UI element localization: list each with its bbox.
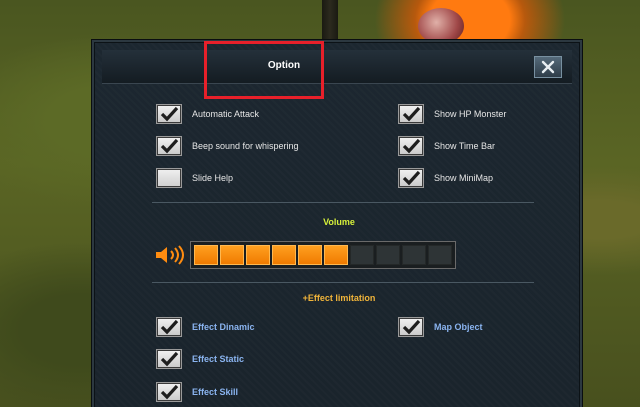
checkmark-icon (160, 319, 179, 335)
option-window: Option Automatic Attack Beep sound for w… (92, 40, 582, 407)
volume-segment[interactable] (324, 245, 348, 265)
effect-limitation-title: +Effect limitation (302, 293, 376, 303)
volume-slider[interactable] (190, 241, 456, 269)
option-effect-dinamic[interactable]: Effect Dinamic (156, 316, 255, 338)
checkmark-icon (160, 106, 179, 122)
tree-trunk (322, 0, 338, 42)
checkmark-icon (160, 351, 179, 367)
map-object-checkbox[interactable] (398, 317, 424, 337)
checkmark-icon (402, 106, 421, 122)
close-icon (541, 60, 555, 74)
section-divider (152, 202, 534, 203)
checkmark-icon (160, 138, 179, 154)
speaker-icon (156, 245, 184, 265)
close-button[interactable] (534, 56, 562, 78)
option-effect-static[interactable]: Effect Static (156, 348, 244, 370)
volume-segment[interactable] (376, 245, 400, 265)
show-time-bar-label: Show Time Bar (434, 141, 496, 151)
volume-segment[interactable] (298, 245, 322, 265)
option-automatic-attack[interactable]: Automatic Attack (156, 103, 259, 125)
volume-segment[interactable] (220, 245, 244, 265)
show-minimap-label: Show MiniMap (434, 173, 494, 183)
automatic-attack-label: Automatic Attack (192, 109, 260, 119)
show-time-bar-checkbox[interactable] (398, 136, 424, 156)
volume-segment[interactable] (194, 245, 218, 265)
volume-segment[interactable] (246, 245, 270, 265)
option-slide-help[interactable]: Slide Help (156, 167, 233, 189)
effect-dinamic-checkbox[interactable] (156, 317, 182, 337)
effect-static-checkbox[interactable] (156, 349, 182, 369)
checkmark-icon (402, 170, 421, 186)
title-highlight-box (204, 41, 324, 99)
volume-title: Volume (323, 217, 355, 227)
option-map-object[interactable]: Map Object (398, 316, 483, 338)
checkmark-icon (402, 319, 421, 335)
map-object-label: Map Object (434, 322, 483, 332)
checkmark-icon (160, 384, 179, 400)
option-show-hp-monster[interactable]: Show HP Monster (398, 103, 506, 125)
section-divider (152, 282, 534, 283)
slide-help-checkbox[interactable] (156, 168, 182, 188)
effect-dinamic-label: Effect Dinamic (192, 322, 255, 332)
volume-segment[interactable] (350, 245, 374, 265)
option-show-minimap[interactable]: Show MiniMap (398, 167, 493, 189)
option-effect-skill[interactable]: Effect Skill (156, 381, 238, 403)
slide-help-label: Slide Help (192, 173, 234, 183)
show-minimap-checkbox[interactable] (398, 168, 424, 188)
option-show-time-bar[interactable]: Show Time Bar (398, 135, 495, 157)
effect-skill-label: Effect Skill (192, 387, 239, 397)
monster-sprite (418, 8, 464, 44)
option-beep-whisper[interactable]: Beep sound for whispering (156, 135, 299, 157)
volume-segment[interactable] (272, 245, 296, 265)
beep-whisper-checkbox[interactable] (156, 136, 182, 156)
automatic-attack-checkbox[interactable] (156, 104, 182, 124)
effect-static-label: Effect Static (192, 354, 245, 364)
volume-segment[interactable] (428, 245, 452, 265)
effect-skill-checkbox[interactable] (156, 382, 182, 402)
beep-whisper-label: Beep sound for whispering (192, 141, 299, 151)
checkmark-icon (402, 138, 421, 154)
show-hp-monster-checkbox[interactable] (398, 104, 424, 124)
title-bar (102, 50, 572, 84)
volume-segment[interactable] (402, 245, 426, 265)
show-hp-monster-label: Show HP Monster (434, 109, 507, 119)
